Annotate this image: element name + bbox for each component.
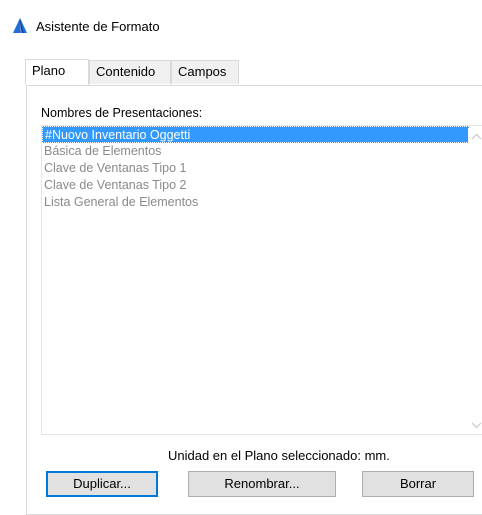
tab-plano[interactable]: Plano — [25, 59, 89, 85]
tab-contenido[interactable]: Contenido — [89, 60, 171, 84]
list-item-clave-ventanas-1[interactable]: Clave de Ventanas Tipo 1 — [42, 160, 186, 177]
tab-campos[interactable]: Campos — [171, 60, 239, 84]
format-assistant-window: Asistente de Formato Plano Contenido Cam… — [0, 0, 482, 515]
list-item-nuovo-inventario[interactable]: #Nuovo Inventario Oggetti — [42, 126, 469, 143]
unit-info-text: Unidad en el Plano seleccionado: mm. — [168, 448, 390, 463]
rename-button[interactable]: Renombrar... — [188, 471, 336, 497]
list-item-clave-ventanas-2[interactable]: Clave de Ventanas Tipo 2 — [42, 177, 186, 194]
archicad-app-icon — [13, 18, 27, 33]
delete-button[interactable]: Borrar — [362, 471, 474, 497]
list-item-basica-elementos[interactable]: Básica de Elementos — [42, 143, 161, 160]
presentations-listbox[interactable]: #Nuovo Inventario Oggetti Básica de Elem… — [41, 125, 482, 435]
scroll-up-arrow-icon[interactable] — [468, 128, 482, 145]
title-bar[interactable]: Asistente de Formato — [0, 0, 482, 46]
list-item-lista-general[interactable]: Lista General de Elementos — [42, 194, 198, 211]
list-scrollbar[interactable] — [468, 128, 482, 434]
duplicate-button[interactable]: Duplicar... — [46, 471, 158, 497]
scroll-down-arrow-icon[interactable] — [468, 417, 482, 434]
window-title: Asistente de Formato — [36, 19, 160, 34]
presentations-list-label: Nombres de Presentaciones: — [41, 106, 203, 120]
